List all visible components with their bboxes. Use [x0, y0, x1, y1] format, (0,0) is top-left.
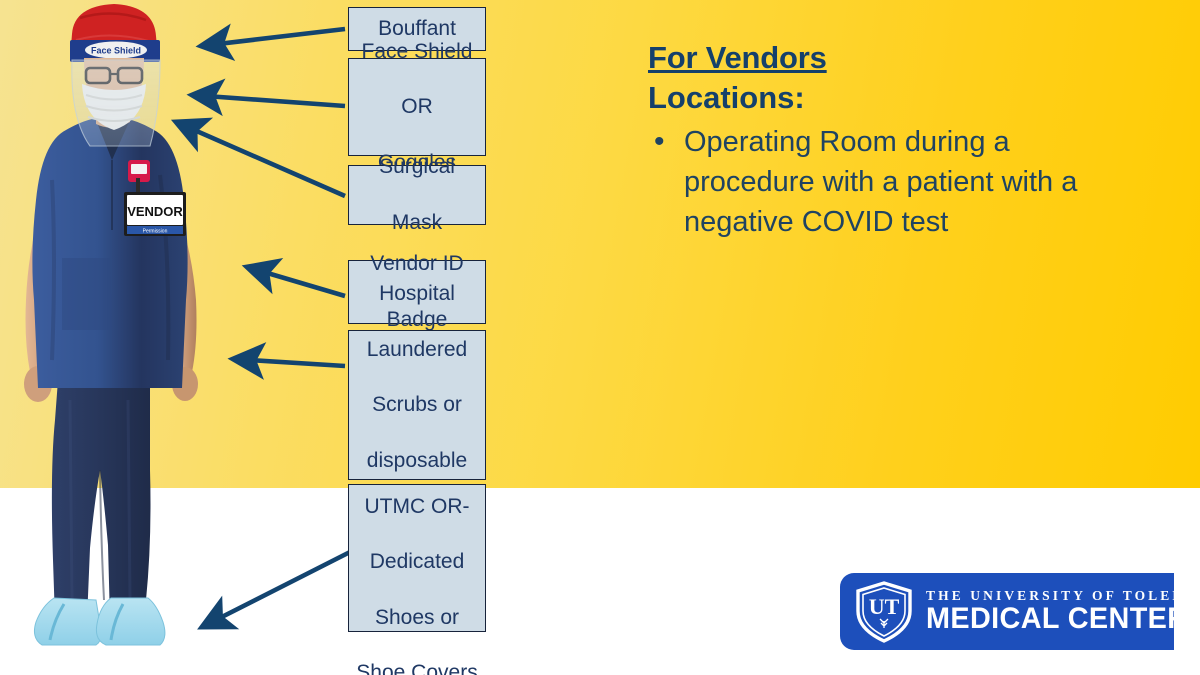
line-1: Vendor ID: [370, 252, 464, 276]
line-1: Surgical: [379, 155, 455, 179]
line-4: disposable: [366, 448, 468, 472]
line-2: Laundered: [366, 337, 468, 361]
slide-canvas: VENDOR Permission Face Shield ACTIVE SHI…: [0, 0, 1200, 675]
callout-face-shield[interactable]: Face Shield OR Goggles: [348, 40, 486, 174]
line-1: Face Shield: [361, 39, 473, 63]
line-3: Shoes or: [374, 605, 460, 629]
line-3: Scrubs or: [372, 393, 462, 417]
vendor-ppe-photo: VENDOR Permission Face Shield ACTIVE SHI…: [0, 0, 250, 660]
callout-surgical-mask-text: Surgical Mask: [353, 153, 481, 236]
svg-text:Permission: Permission: [143, 229, 168, 235]
ut-shield-icon: UT: [856, 580, 912, 643]
bullet-item-text: Operating Room during a procedure with a…: [684, 126, 1078, 239]
heading-for-vendors: For Vendors: [648, 40, 827, 75]
logo-wordmark: THE UNIVERSITY OF TOLEDO MEDICAL CENTER: [926, 588, 1199, 635]
line-4: Shoe Covers: [356, 661, 478, 675]
svg-text:Face Shield: Face Shield: [91, 46, 141, 56]
logo-medical-center-line: MEDICAL CENTER: [926, 602, 1189, 636]
line-1: UTMC OR-: [364, 495, 470, 518]
svg-text:UT: UT: [869, 594, 900, 619]
bullet-list-item: • Operating Room during a procedure with…: [648, 122, 1148, 242]
svg-text:VENDOR: VENDOR: [127, 204, 183, 219]
line-2: Dedicated: [369, 550, 465, 574]
line-2: Mask: [391, 210, 443, 234]
callout-shoes-text: UTMC OR- Dedicated Shoes or Shoe Covers: [353, 493, 481, 675]
utmc-logo: UT THE UNIVERSITY OF TOLEDO MEDICAL CENT…: [840, 573, 1196, 650]
line-2: OR: [401, 95, 433, 119]
line-1: Hospital: [379, 282, 455, 306]
heading-locations: Locations:: [648, 79, 805, 115]
callout-shoes[interactable]: UTMC OR- Dedicated Shoes or Shoe Covers: [348, 484, 486, 675]
callout-scrubs[interactable]: Hospital Laundered Scrubs or disposable …: [348, 282, 486, 527]
callout-surgical-mask[interactable]: Surgical Mask: [348, 155, 486, 234]
bullet-marker-icon: •: [654, 125, 665, 159]
right-text-panel: For Vendors Locations: • Operating Room …: [648, 40, 1148, 242]
